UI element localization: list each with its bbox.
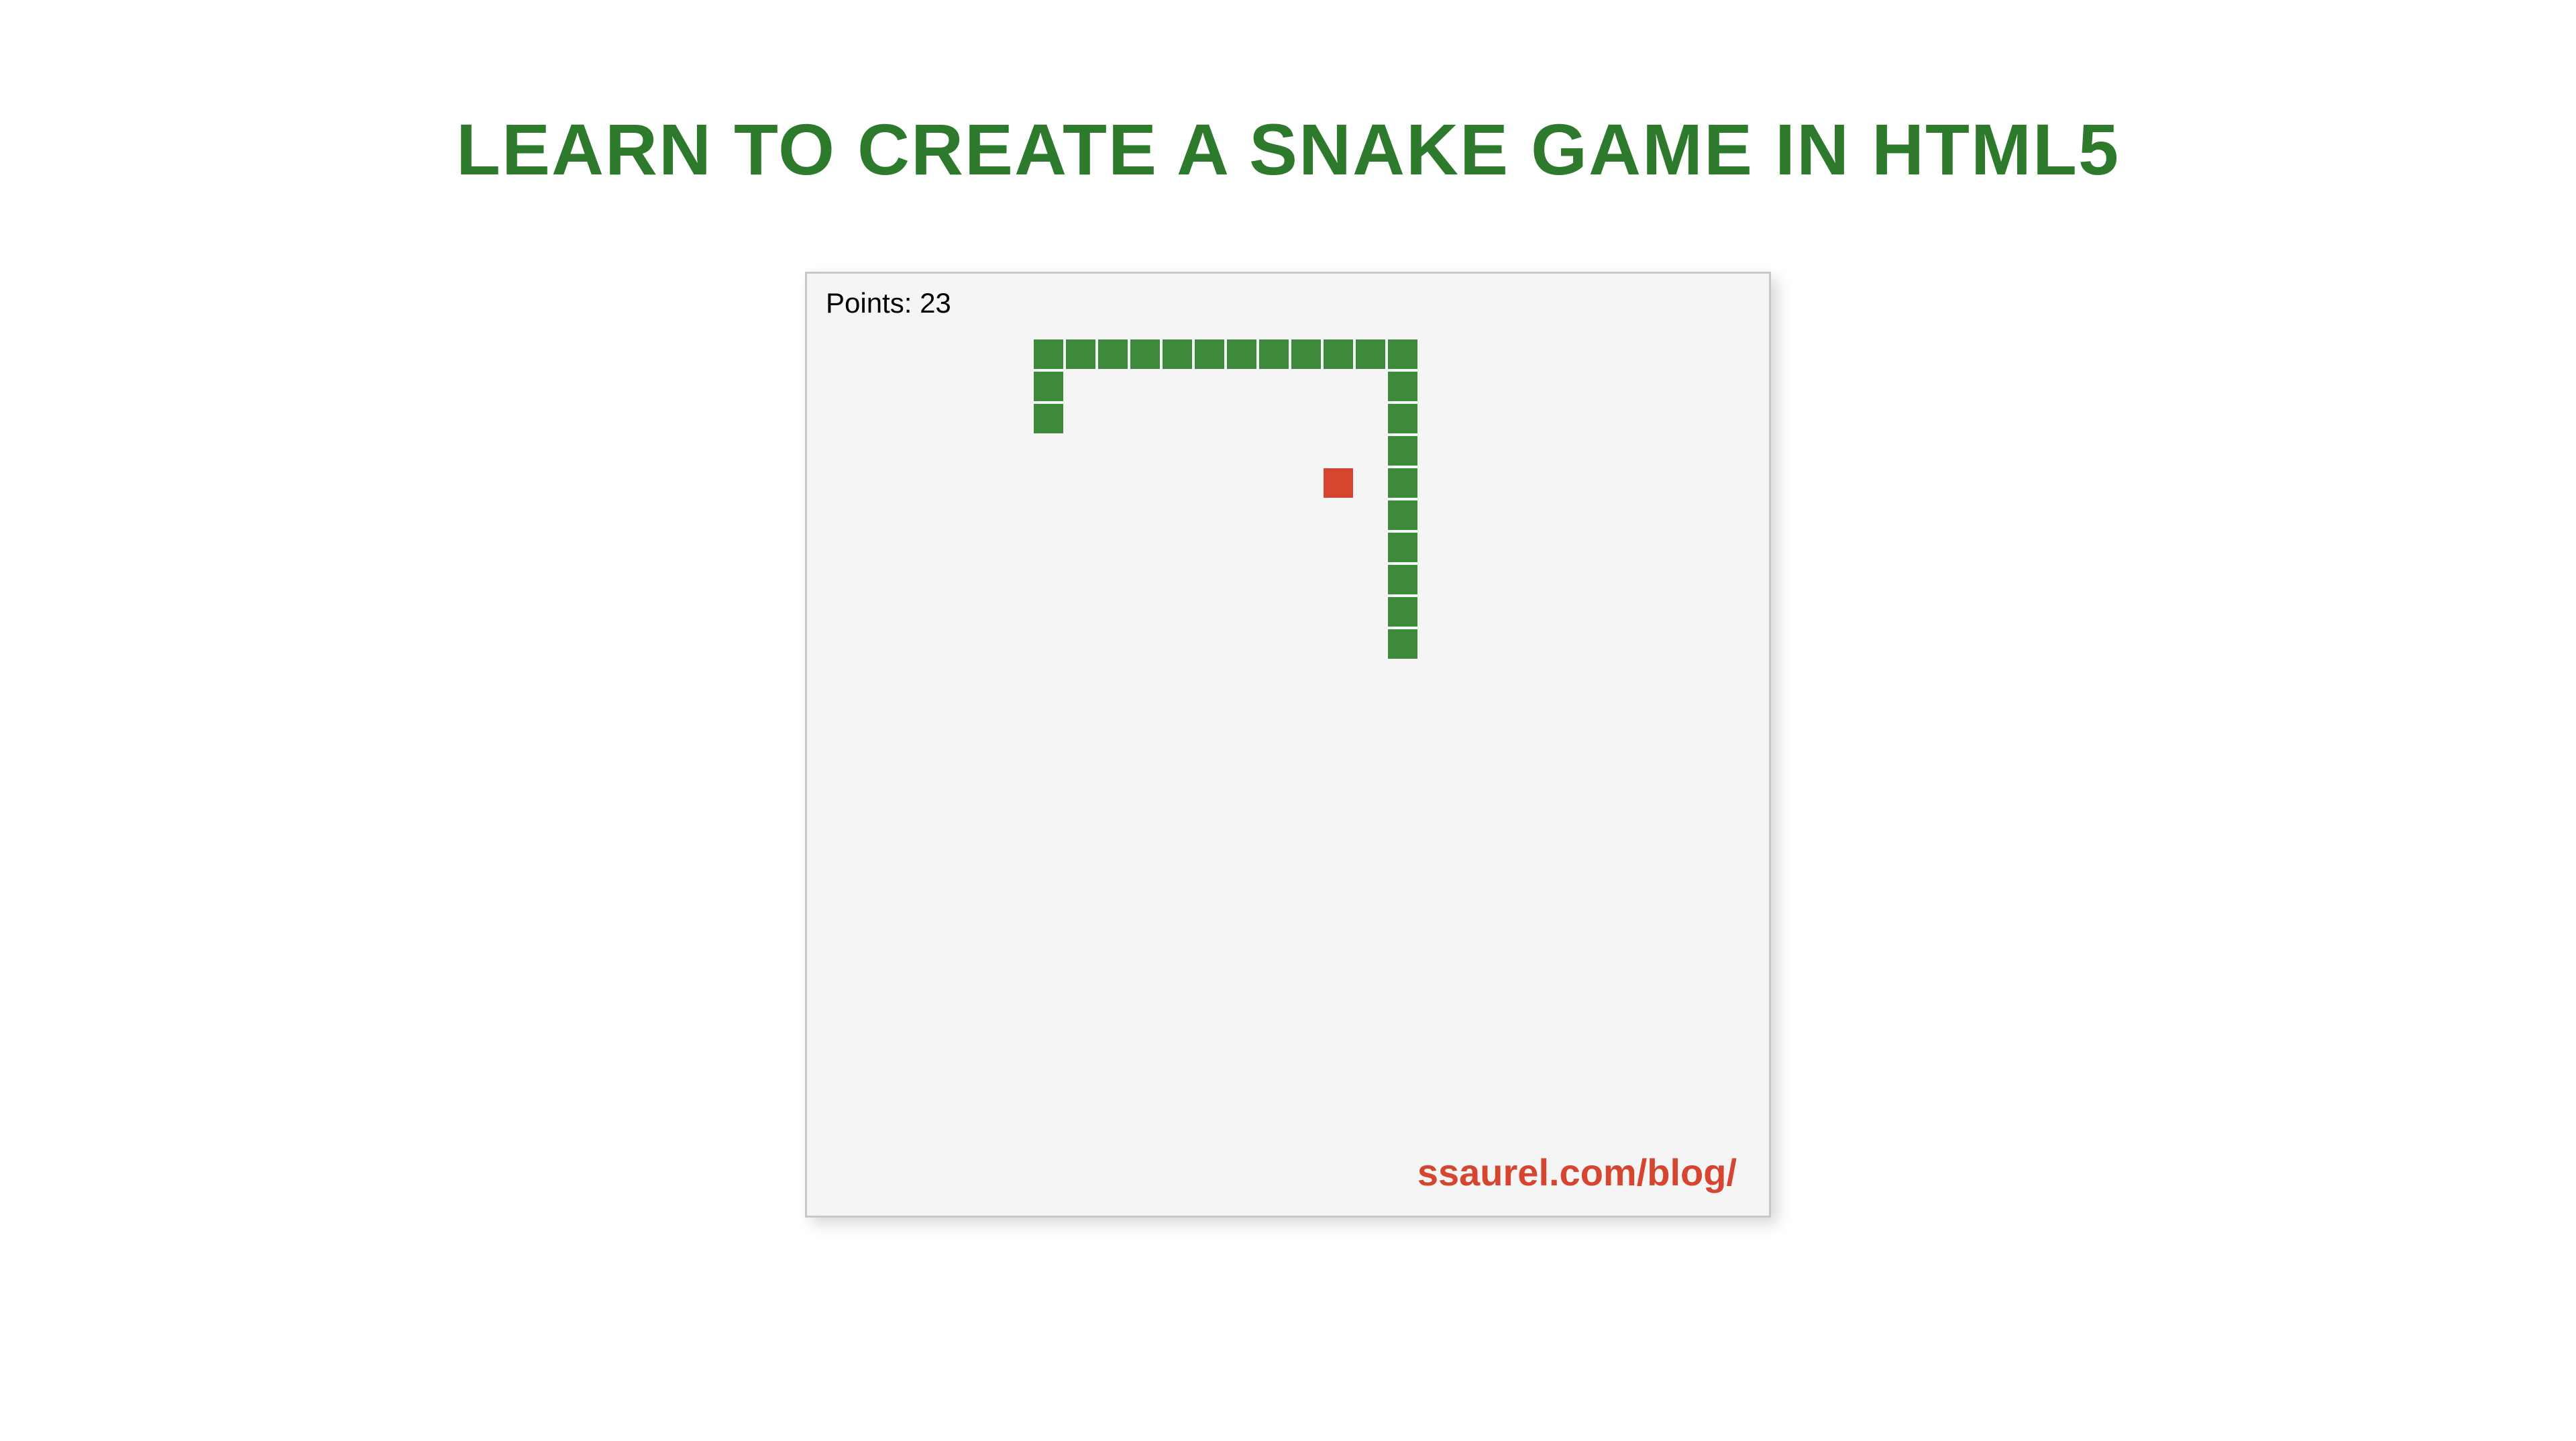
snake-segment bbox=[1034, 339, 1063, 369]
snake-segment bbox=[1388, 468, 1417, 498]
blog-url: ssaurel.com/blog/ bbox=[1417, 1151, 1737, 1194]
food bbox=[1324, 468, 1353, 498]
snake-segment bbox=[1388, 500, 1417, 530]
snake-segment bbox=[1388, 597, 1417, 627]
snake-segment bbox=[1195, 339, 1224, 369]
snake-segment bbox=[1034, 404, 1063, 433]
snake-segment bbox=[1388, 339, 1417, 369]
snake-segment bbox=[1034, 372, 1063, 401]
snake-segment bbox=[1388, 372, 1417, 401]
snake-segment bbox=[1388, 629, 1417, 659]
game-wrapper: Points: 23 ssaurel.com/blog/ bbox=[805, 272, 1771, 1218]
snake-segment bbox=[1227, 339, 1256, 369]
game-canvas[interactable]: Points: 23 ssaurel.com/blog/ bbox=[805, 272, 1771, 1218]
snake-segment bbox=[1163, 339, 1192, 369]
snake-segment bbox=[1388, 533, 1417, 562]
snake-segment bbox=[1098, 339, 1128, 369]
points-label: Points: 23 bbox=[826, 287, 951, 319]
snake-segment bbox=[1130, 339, 1160, 369]
snake-segment bbox=[1388, 404, 1417, 433]
snake-segment bbox=[1291, 339, 1321, 369]
snake-segment bbox=[1388, 565, 1417, 594]
snake-segment bbox=[1066, 339, 1095, 369]
snake-segment bbox=[1356, 339, 1385, 369]
snake-segment bbox=[1324, 339, 1353, 369]
page-title: LEARN TO CREATE A SNAKE GAME IN HTML5 bbox=[456, 107, 2120, 191]
snake-segment bbox=[1259, 339, 1289, 369]
snake-segment bbox=[1388, 436, 1417, 466]
